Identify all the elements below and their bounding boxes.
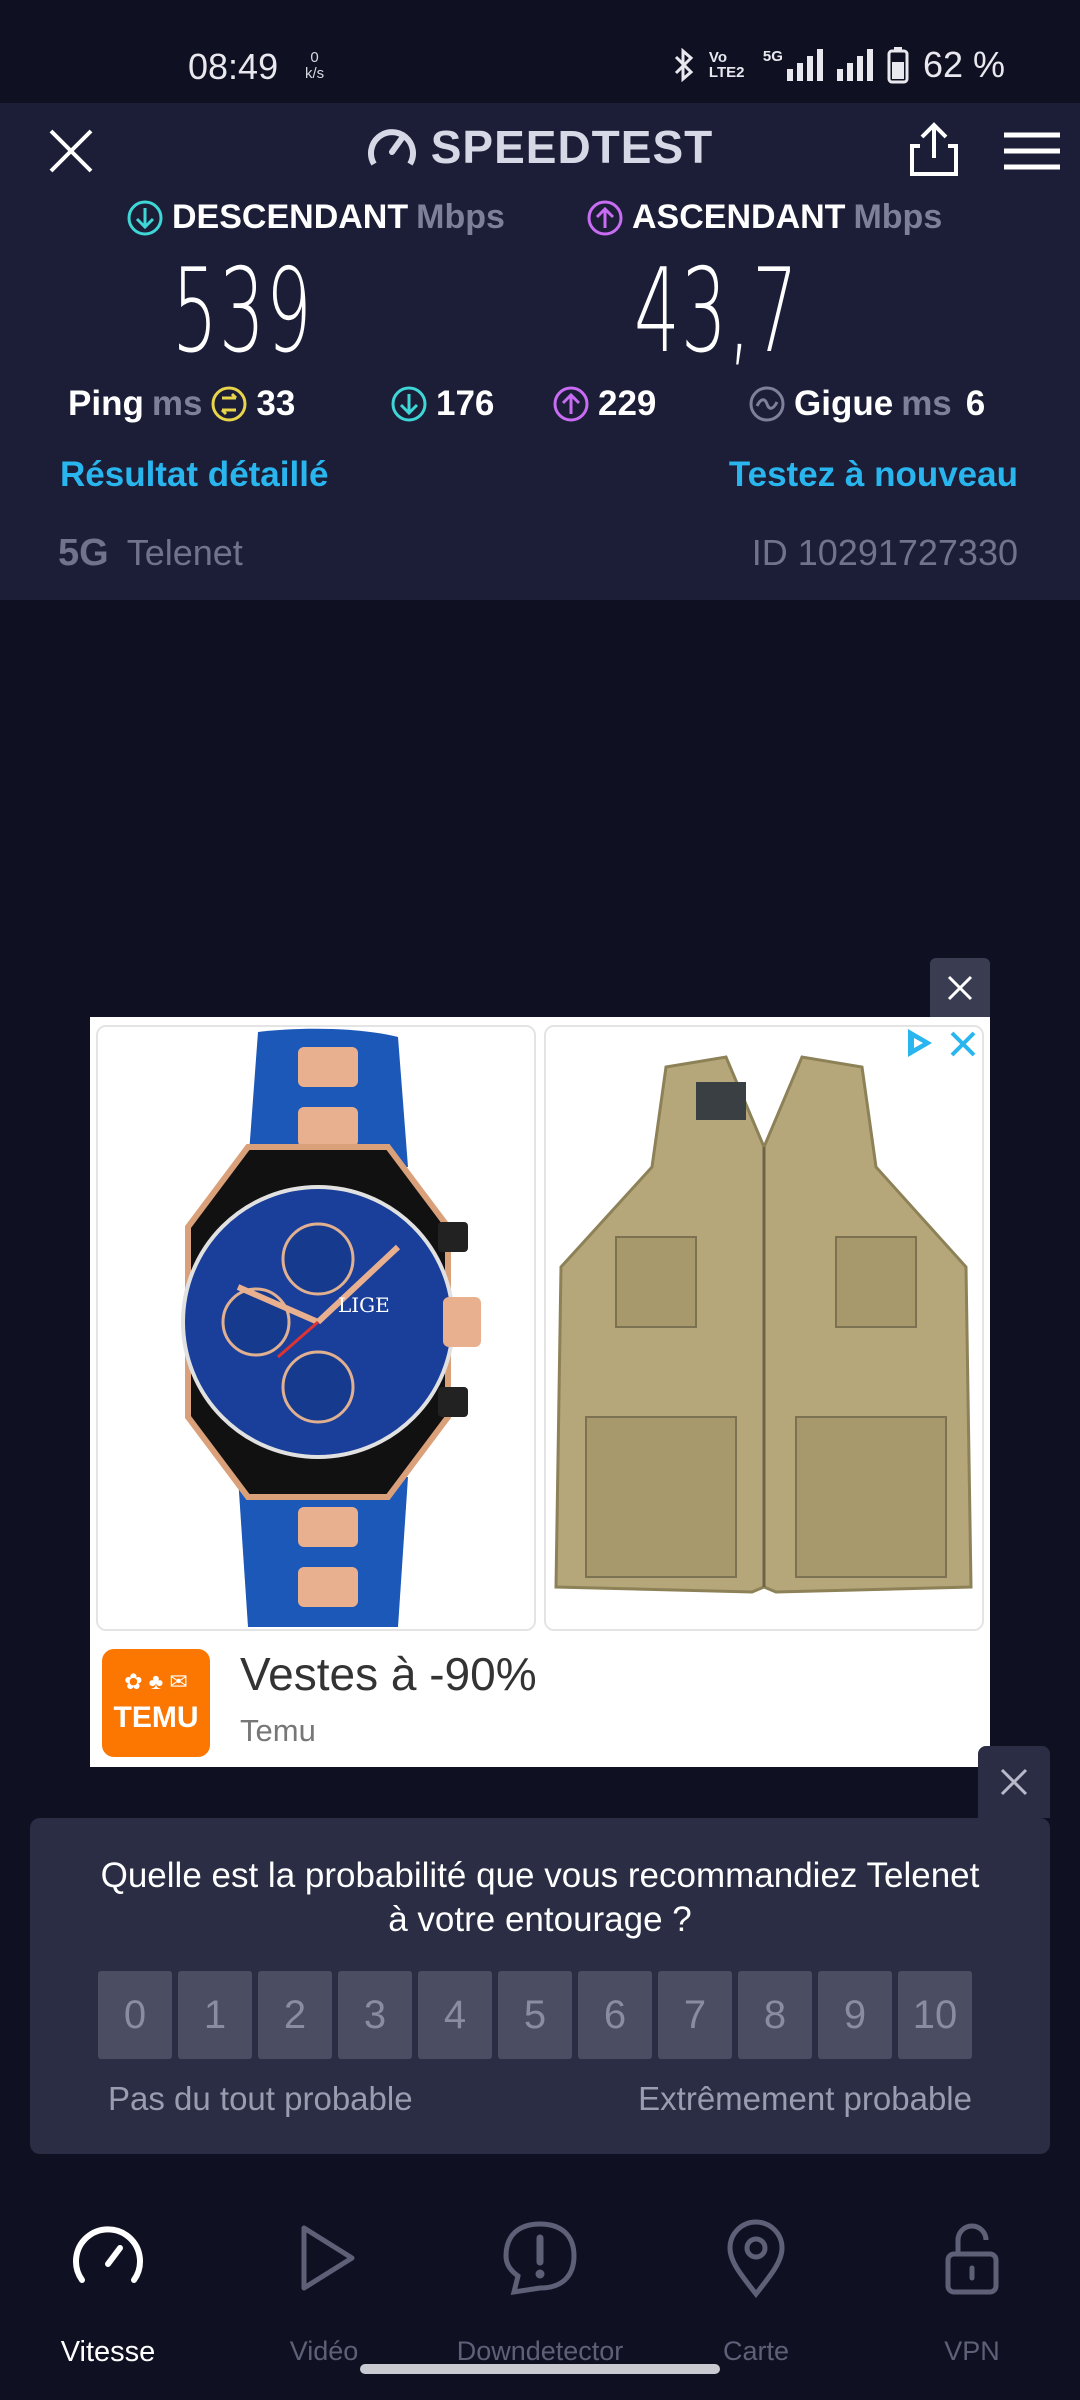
battery-icon <box>887 47 909 84</box>
nav-item-carte[interactable]: Carte <box>648 2208 864 2366</box>
provider-name: Telenet <box>126 532 243 573</box>
detailed-result-link[interactable]: Résultat détaillé <box>60 455 328 495</box>
download-latency-icon <box>391 386 427 422</box>
score-button-1[interactable]: 1 <box>178 1971 252 2059</box>
ad-headline[interactable]: Vestes à -90% <box>240 1647 537 1701</box>
watch-brand: LIGE <box>338 1293 390 1317</box>
nav-label-carte: Carte <box>722 2336 790 2366</box>
temu-logo[interactable]: ✿ ♣ ✉ TEMU <box>102 1649 210 1757</box>
nav-item-vitesse[interactable]: Vitesse <box>0 2208 216 2368</box>
score-button-8[interactable]: 8 <box>738 1971 812 2059</box>
ping-label: Ping <box>68 384 144 423</box>
net-speed-value: 0 <box>310 49 319 66</box>
survey-scale: 0 1 2 3 4 5 6 7 8 9 10 <box>98 1971 972 2059</box>
vest-illustration <box>554 1055 973 1594</box>
network-info: 5G Telenet <box>58 532 243 575</box>
survey-close-button[interactable] <box>978 1746 1050 1818</box>
ad-advertiser: Temu <box>240 1713 316 1748</box>
download-label: DESCENDANT <box>172 198 409 236</box>
nav-label-vpn: VPN <box>944 2336 1000 2366</box>
nav-item-downdetector[interactable]: Downdetector <box>432 2208 648 2366</box>
bluetooth-icon <box>674 48 694 82</box>
score-button-2[interactable]: 2 <box>258 1971 332 2059</box>
ping-stat: Ping ms 33 <box>68 384 295 424</box>
upload-latency-icon <box>553 386 589 422</box>
signal-icon <box>836 49 873 81</box>
network-type-badge: 5G <box>58 532 109 574</box>
close-icon <box>1000 1768 1028 1796</box>
status-time: 08:49 <box>188 46 279 87</box>
close-icon <box>947 975 973 1001</box>
upload-value: 43,7 <box>634 244 800 379</box>
download-unit: Mbps <box>416 198 505 236</box>
home-indicator[interactable] <box>360 2364 720 2374</box>
score-button-7[interactable]: 7 <box>658 1971 732 2059</box>
ping-idle-icon <box>211 386 247 422</box>
nav-label-video: Vidéo <box>289 2336 359 2366</box>
retest-link[interactable]: Testez à nouveau <box>729 455 1018 495</box>
survey-question: Quelle est la probabilité que vous recom… <box>100 1856 980 1939</box>
ping-idle-value: 33 <box>256 384 296 423</box>
temu-logo-text: TEMU <box>113 1701 199 1734</box>
ad-image-watch[interactable]: LIGE <box>96 1025 536 1631</box>
status-icons: Vo LTE2 5G 62 % <box>673 44 1005 86</box>
jitter-stat: Gigue ms 6 <box>748 384 985 424</box>
survey-low-label: Pas du tout probable <box>108 2080 413 2117</box>
speedometer-icon <box>73 2226 143 2283</box>
watch-illustration: LIGE <box>181 1028 481 1627</box>
ping-unit: ms <box>151 384 203 423</box>
volte-icon: Vo LTE2 <box>708 49 745 81</box>
share-icon[interactable] <box>908 122 960 178</box>
jitter-unit: ms <box>901 384 952 423</box>
ad-dismiss-icon[interactable] <box>946 1027 980 1061</box>
adchoices-icon[interactable] <box>902 1025 938 1061</box>
upload-label: ASCENDANT <box>632 198 846 236</box>
ping-upload-value: 229 <box>598 384 657 423</box>
battery-level: 62 % <box>922 44 1005 85</box>
upload-unit: Mbps <box>853 198 943 236</box>
jitter-icon <box>749 386 785 422</box>
jitter-value: 6 <box>965 384 986 423</box>
download-value: 539 <box>172 244 314 379</box>
play-icon <box>301 2225 355 2291</box>
score-button-6[interactable]: 6 <box>578 1971 652 2059</box>
nav-item-vpn[interactable]: VPN <box>864 2208 1080 2366</box>
score-button-5[interactable]: 5 <box>498 1971 572 2059</box>
net-speed-unit: k/s <box>305 65 325 82</box>
score-button-4[interactable]: 4 <box>418 1971 492 2059</box>
jitter-label: Gigue <box>794 384 894 423</box>
advertisement[interactable]: LIGE ✿ ♣ ✉ TEMU Vestes à -90% Temu <box>90 1017 990 1767</box>
nps-survey: Quelle est la probabilité que vous recom… <box>30 1818 1050 2154</box>
menu-icon[interactable] <box>1004 132 1060 170</box>
download-arrow-icon <box>127 200 163 235</box>
score-button-10[interactable]: 10 <box>898 1971 972 2059</box>
signal-5g-icon: 5G <box>763 49 823 81</box>
status-bar: 08:49 0 k/s Vo LTE2 5G 62 % <box>0 0 1080 103</box>
network-type: 5G <box>762 48 783 65</box>
upload-header: ASCENDANT Mbps <box>586 198 942 237</box>
survey-high-label: Extrêmement probable <box>638 2080 972 2117</box>
ad-image-vest[interactable] <box>544 1025 984 1631</box>
nav-item-video[interactable]: Vidéo <box>216 2208 432 2366</box>
ping-upload-stat: 229 <box>552 384 656 424</box>
score-button-3[interactable]: 3 <box>338 1971 412 2059</box>
nav-label-vitesse: Vitesse <box>60 2336 156 2368</box>
alert-icon <box>503 2221 577 2296</box>
upload-arrow-icon <box>587 200 623 235</box>
score-button-9[interactable]: 9 <box>818 1971 892 2059</box>
ping-download-value: 176 <box>436 384 495 423</box>
result-id: ID 10291727330 <box>751 532 1018 573</box>
unlock-icon <box>945 2223 999 2295</box>
score-button-0[interactable]: 0 <box>98 1971 172 2059</box>
map-pin-icon <box>727 2219 785 2299</box>
ad-close-button[interactable] <box>930 958 990 1018</box>
temu-logo-glyphs: ✿ ♣ ✉ <box>124 1669 188 1694</box>
net-speed-indicator: 0 k/s <box>305 50 324 82</box>
app-title-text: SPEEDTEST <box>430 121 714 173</box>
download-header: DESCENDANT Mbps <box>126 198 505 237</box>
speedtest-logo-icon <box>367 129 416 166</box>
nav-label-downdetector: Downdetector <box>456 2336 624 2366</box>
ping-download-stat: 176 <box>390 384 494 424</box>
